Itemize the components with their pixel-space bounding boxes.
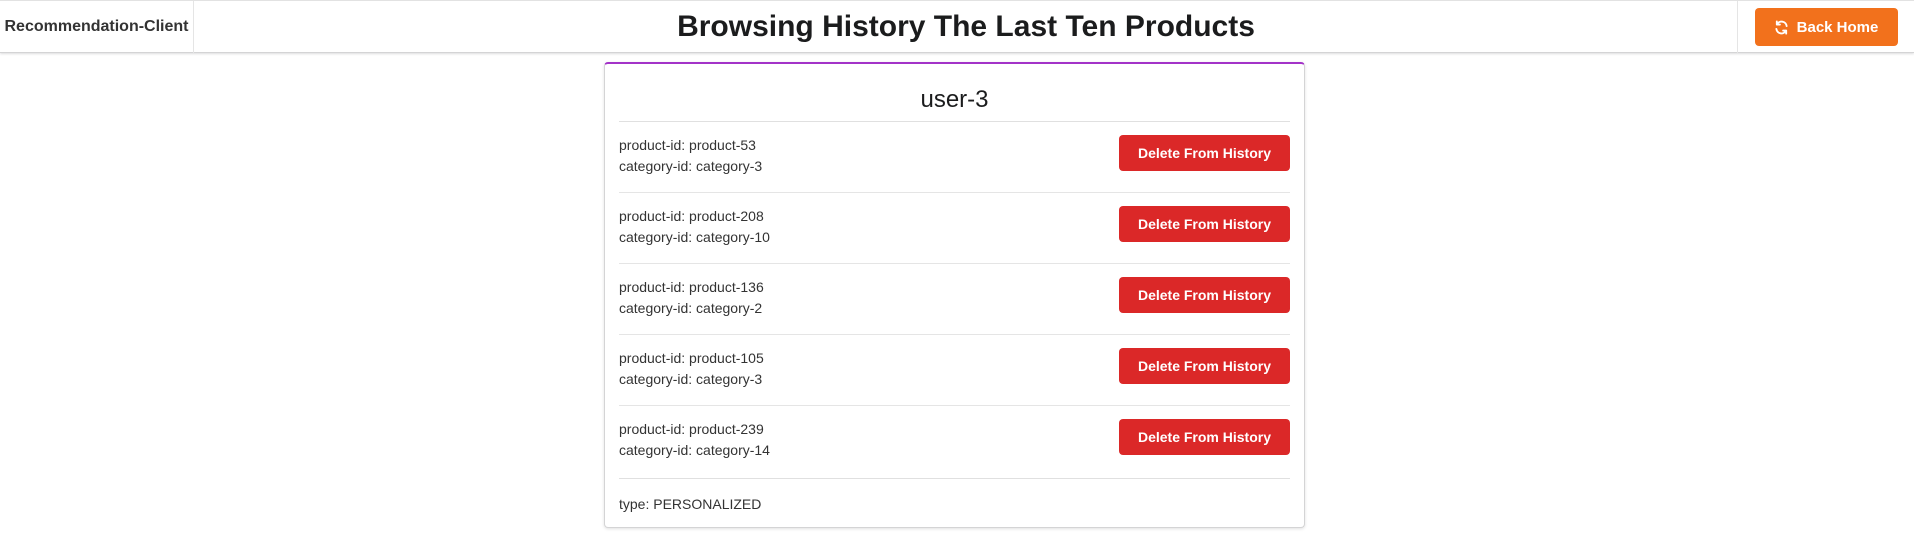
menu-right-cell: Back Home [1737, 1, 1914, 53]
delete-from-history-button[interactable]: Delete From History [1119, 419, 1290, 455]
history-item: product-id: product-208 category-id: cat… [619, 193, 1290, 264]
item-info: product-id: product-105 category-id: cat… [619, 348, 764, 390]
back-home-button[interactable]: Back Home [1754, 8, 1898, 46]
refresh-icon [1775, 19, 1788, 35]
category-id-text: category-id: category-14 [619, 442, 770, 458]
category-id-text: category-id: category-2 [619, 300, 763, 316]
history-item: product-id: product-239 category-id: cat… [619, 406, 1290, 477]
top-menu-bar: Recommendation-Client Browsing History T… [0, 0, 1914, 53]
delete-from-history-button[interactable]: Delete From History [1119, 206, 1290, 242]
product-id-text: product-id: product-105 [619, 350, 764, 366]
delete-from-history-button[interactable]: Delete From History [1119, 135, 1290, 171]
history-item: product-id: product-53 category-id: cate… [619, 122, 1290, 193]
history-card: user-3 product-id: product-53 category-i… [604, 62, 1305, 528]
delete-from-history-button[interactable]: Delete From History [1119, 348, 1290, 384]
product-id-text: product-id: product-208 [619, 208, 764, 224]
history-list: product-id: product-53 category-id: cate… [619, 122, 1290, 477]
page-title: Browsing History The Last Ten Products [677, 10, 1255, 43]
user-heading: user-3 [619, 78, 1290, 122]
delete-from-history-button[interactable]: Delete From History [1119, 277, 1290, 313]
item-info: product-id: product-208 category-id: cat… [619, 206, 770, 248]
type-text: type: PERSONALIZED [619, 496, 762, 512]
back-home-label: Back Home [1796, 18, 1879, 36]
category-id-text: category-id: category-3 [619, 158, 763, 174]
history-item: product-id: product-136 category-id: cat… [619, 264, 1290, 335]
category-id-text: category-id: category-3 [619, 371, 763, 387]
product-id-text: product-id: product-136 [619, 279, 764, 295]
product-id-text: product-id: product-53 [619, 137, 756, 153]
item-info: product-id: product-53 category-id: cate… [619, 135, 762, 177]
app-brand[interactable]: Recommendation-Client [0, 1, 194, 53]
history-item: product-id: product-105 category-id: cat… [619, 335, 1290, 406]
item-info: product-id: product-239 category-id: cat… [619, 419, 770, 461]
item-info: product-id: product-136 category-id: cat… [619, 277, 764, 319]
card-footer: type: PERSONALIZED [619, 478, 1290, 512]
category-id-text: category-id: category-10 [619, 229, 770, 245]
product-id-text: product-id: product-239 [619, 421, 764, 437]
